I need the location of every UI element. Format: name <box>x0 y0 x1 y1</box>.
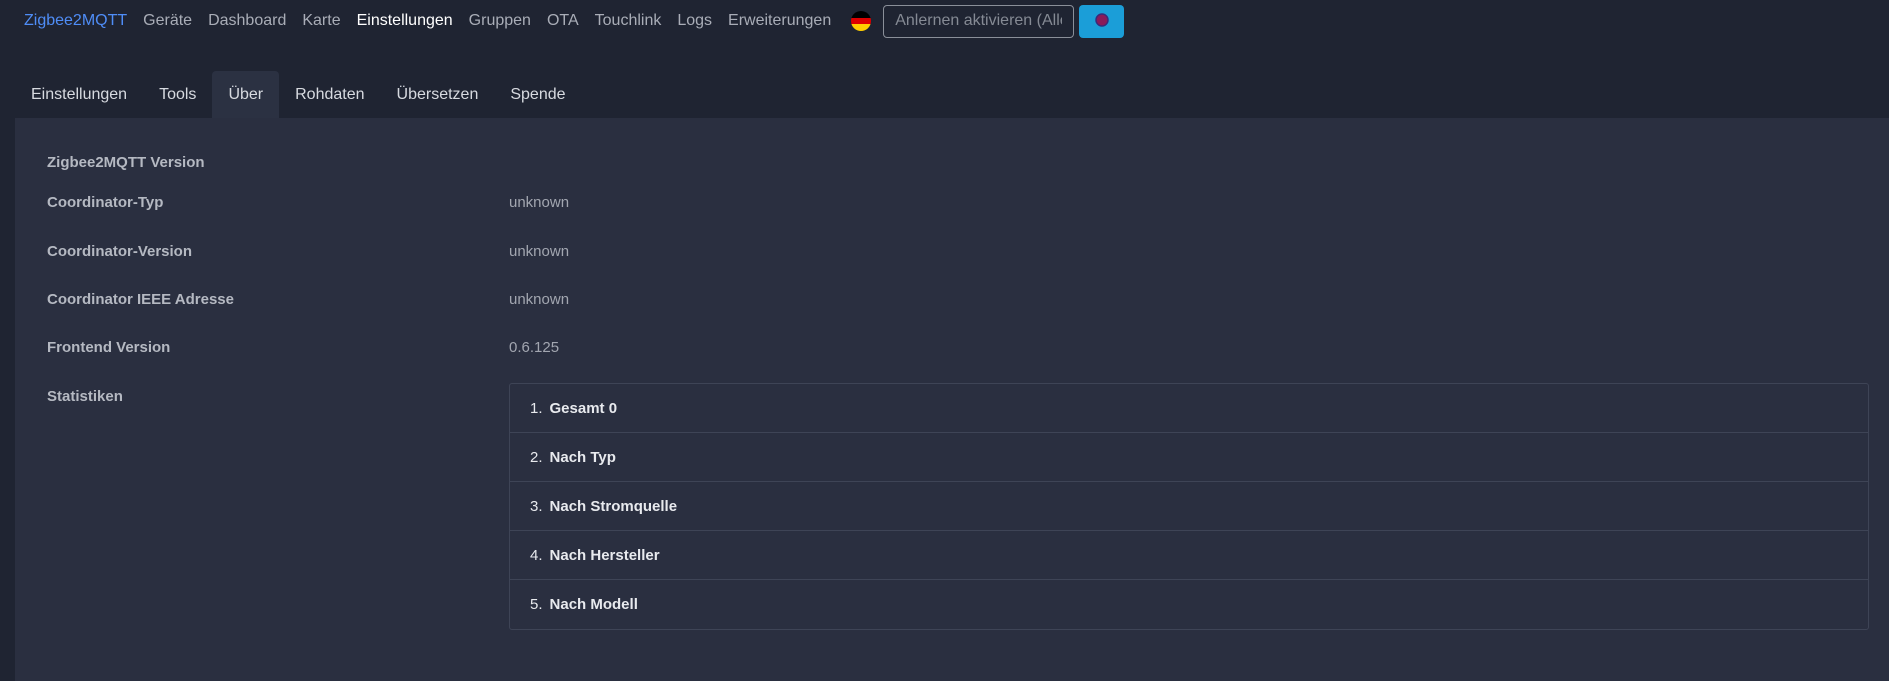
stats-item-label: Nach Hersteller <box>549 546 660 564</box>
settings-tabs: Einstellungen Tools Über Rohdaten Überse… <box>15 71 582 118</box>
stats-item-by-vendor[interactable]: 4. Nach Hersteller <box>510 531 1868 580</box>
stats-item-number: 4. <box>530 546 543 564</box>
permit-join-input[interactable] <box>883 4 1075 38</box>
stats-item-by-model[interactable]: 5. Nach Modell <box>510 580 1868 629</box>
info-value: unknown <box>509 291 570 308</box>
tab-donate[interactable]: Spende <box>494 71 581 118</box>
tab-translate[interactable]: Übersetzen <box>381 71 495 118</box>
permit-join-button[interactable] <box>1079 4 1125 38</box>
stats-item-label: Nach Stromquelle <box>549 497 678 515</box>
stats-item-label: Gesamt 0 <box>549 399 618 417</box>
tab-about[interactable]: Über <box>212 71 280 118</box>
nav-link-touchlink[interactable]: Touchlink <box>595 12 662 30</box>
statistics-list: 1. Gesamt 0 2. Nach Typ 3. Nach Stromque… <box>509 383 1869 630</box>
top-navbar: Zigbee2MQTT Geräte Dashboard Karte Einst… <box>0 0 1889 42</box>
info-label: Coordinator-Version <box>47 243 193 260</box>
info-label: Zigbee2MQTT Version <box>47 154 205 171</box>
nav-link-extensions[interactable]: Erweiterungen <box>728 12 831 30</box>
permit-join-icon <box>1094 12 1109 30</box>
statistics-label: Statistiken <box>47 388 123 405</box>
nav-link-groups[interactable]: Gruppen <box>469 12 531 30</box>
nav-link-map[interactable]: Karte <box>302 12 340 30</box>
stats-item-total[interactable]: 1. Gesamt 0 <box>510 384 1868 433</box>
info-value: 0.6.125 <box>509 339 560 356</box>
stats-item-number: 5. <box>530 596 543 613</box>
nav-link-logs[interactable]: Logs <box>677 12 712 30</box>
stats-item-label: Nach Modell <box>549 596 638 613</box>
info-label: Coordinator-Typ <box>47 194 164 211</box>
info-label: Frontend Version <box>47 339 171 356</box>
german-flag-icon[interactable] <box>851 11 872 31</box>
about-panel: Zigbee2MQTT Version Coordinator-Typ unkn… <box>15 118 1889 681</box>
brand-link[interactable]: Zigbee2MQTT <box>24 12 127 30</box>
tab-tools[interactable]: Tools <box>143 71 212 118</box>
stats-item-number: 2. <box>530 448 543 466</box>
nav-link-dashboard[interactable]: Dashboard <box>208 12 286 30</box>
stats-item-number: 3. <box>530 497 543 515</box>
nav-link-ota[interactable]: OTA <box>547 12 579 30</box>
stats-item-by-power-source[interactable]: 3. Nach Stromquelle <box>510 482 1868 531</box>
tab-settings[interactable]: Einstellungen <box>15 71 143 118</box>
nav-link-devices[interactable]: Geräte <box>143 12 192 30</box>
stats-item-number: 1. <box>530 399 543 417</box>
stats-item-label: Nach Typ <box>549 448 616 466</box>
info-value: unknown <box>509 194 570 211</box>
stats-item-by-type[interactable]: 2. Nach Typ <box>510 433 1868 482</box>
info-value: unknown <box>509 243 570 260</box>
nav-link-settings[interactable]: Einstellungen <box>357 12 453 30</box>
info-label: Coordinator IEEE Adresse <box>47 291 234 308</box>
tab-raw-data[interactable]: Rohdaten <box>279 71 380 118</box>
